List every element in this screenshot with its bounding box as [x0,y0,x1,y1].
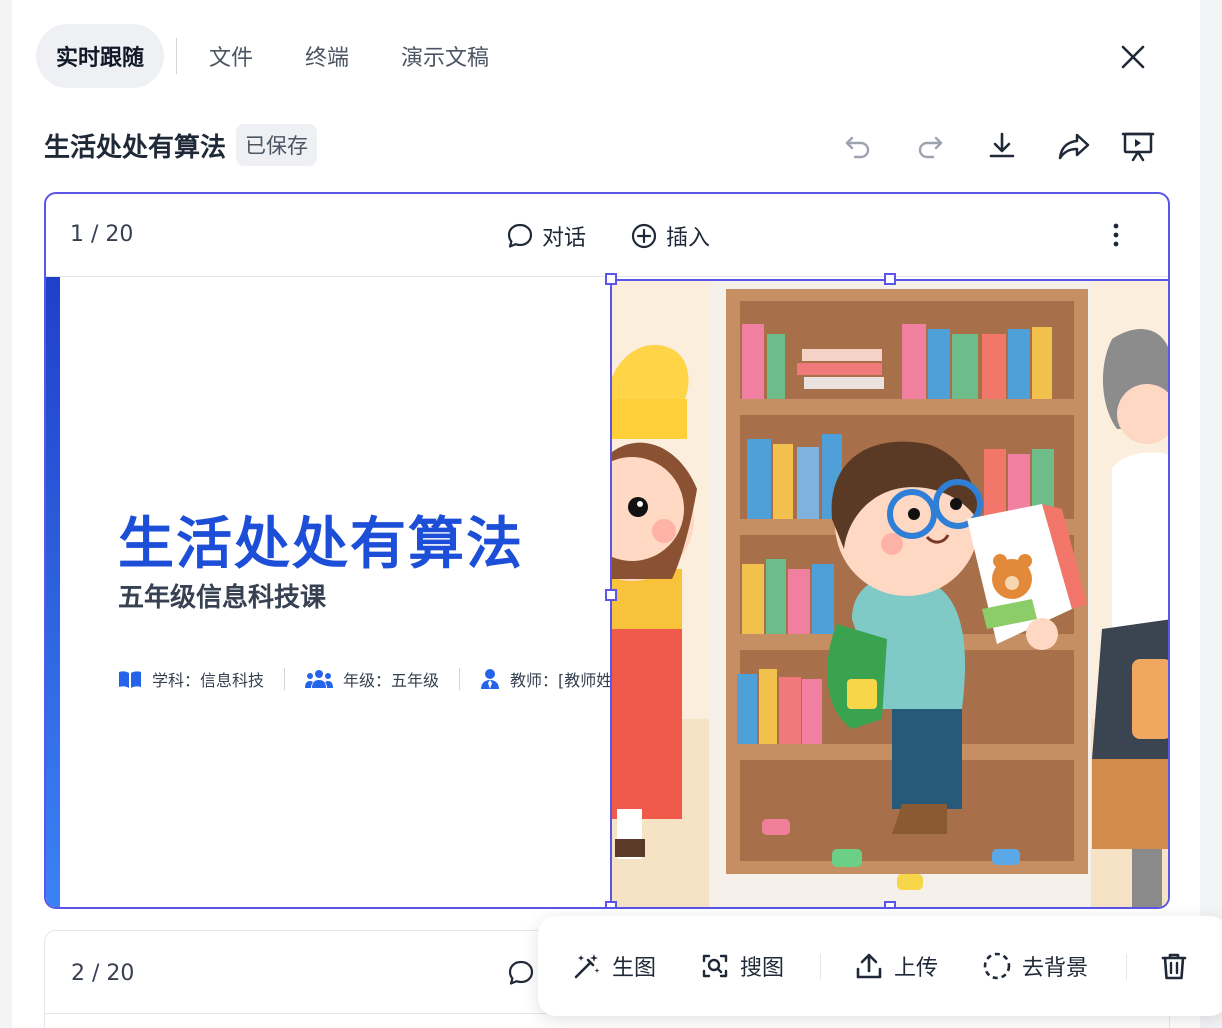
teacher-icon [481,669,500,689]
document-header: 生活处处有算法 已保存 [44,124,318,166]
slide-illustration-image[interactable] [612,279,1168,907]
dashed-circle-icon [983,952,1011,980]
remove-background-label: 去背景 [1022,956,1089,981]
slide-title[interactable]: 生活处处有算法 [118,499,524,580]
remove-background-button[interactable]: 去背景 [982,950,1088,982]
toolbar-divider [820,954,821,980]
close-icon[interactable] [1116,40,1150,74]
generate-image-label: 生图 [612,956,657,981]
more-vertical-icon[interactable] [1106,220,1126,250]
trash-icon [1161,953,1187,980]
resize-handle[interactable] [605,589,617,601]
undo-icon[interactable] [838,126,878,166]
upload-label: 上传 [894,956,939,981]
resize-handle[interactable] [605,273,617,285]
slide-card-header: 1 / 20 对话 插入 [46,194,1168,276]
upload-icon [856,953,882,979]
upload-button[interactable]: 上传 [854,950,938,982]
toolbar-divider [1126,954,1127,980]
insert-button[interactable]: 插入 [630,220,710,252]
tab-presentation[interactable]: 演示文稿 [381,24,509,88]
magic-wand-icon [574,954,600,979]
generate-image-button[interactable]: 生图 [572,950,656,982]
slide-page-number: 1 / 20 [70,222,134,247]
search-image-label: 搜图 [740,956,785,981]
slide-subtitle[interactable]: 五年级信息科技课 [118,577,326,614]
meta-teacher-text: 教师：[教师姓名] [510,671,610,690]
scan-search-icon [702,954,728,978]
slide-page-number: 2 / 20 [71,961,135,986]
slide-meta-row: 学科：信息科技 年级：五年级 教师：[教师姓名] [118,667,610,691]
saved-status-badge: 已保存 [236,124,318,166]
meta-subject[interactable]: 学科：信息科技 [118,667,264,691]
meta-divider [284,668,286,690]
resize-handle[interactable] [884,273,896,285]
share-icon[interactable] [1054,126,1094,166]
tab-terminal[interactable]: 终端 [285,24,369,88]
meta-subject-text: 学科：信息科技 [152,671,265,690]
tab-live-follow[interactable]: 实时跟随 [36,24,165,88]
slide-card-1[interactable]: 1 / 20 对话 插入 生活处处有算法 五年级信息科技课 学科：信息科技 年级… [44,192,1170,909]
resize-handle[interactable] [884,901,896,907]
present-icon[interactable] [1118,126,1158,166]
slide-canvas[interactable]: 生活处处有算法 五年级信息科技课 学科：信息科技 年级：五年级 教师：[教师姓名… [46,273,1168,907]
resize-handle[interactable] [605,901,617,907]
slide-text-area: 生活处处有算法 五年级信息科技课 学科：信息科技 年级：五年级 教师：[教师姓名… [46,277,610,907]
chat-label: 对话 [542,226,587,251]
meta-grade-text: 年级：五年级 [343,671,440,690]
document-title: 生活处处有算法 [44,132,227,163]
meta-divider [459,668,461,690]
search-image-button[interactable]: 搜图 [700,950,784,982]
tab-files[interactable]: 文件 [189,24,273,88]
redo-icon[interactable] [910,126,950,166]
delete-button[interactable] [1158,950,1200,982]
tab-divider [176,38,178,74]
chat-button[interactable]: 对话 [506,220,586,252]
users-icon [305,670,334,688]
book-icon [119,671,141,688]
chat-bubble-icon [507,223,533,248]
plus-circle-icon [631,223,657,249]
meta-teacher[interactable]: 教师：[教师姓名] [480,667,610,691]
meta-grade[interactable]: 年级：五年级 [305,667,439,691]
image-toolbar: 生图 搜图 上传 去背景 [538,916,1222,1016]
chat-bubble-icon[interactable] [507,959,535,987]
tab-bar: 实时跟随 文件 终端 演示文稿 [36,24,509,88]
insert-label: 插入 [666,226,711,251]
download-icon[interactable] [982,126,1022,166]
